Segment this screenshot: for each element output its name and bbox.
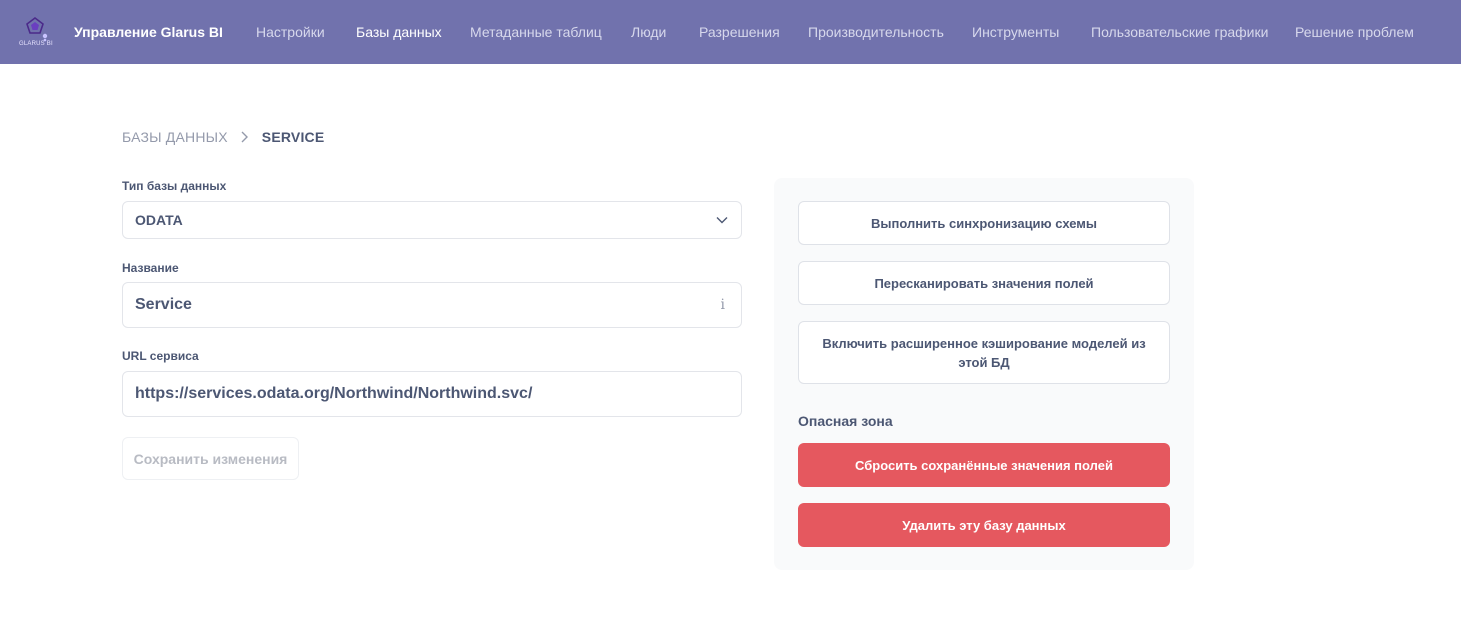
rescan-field-values-button[interactable]: Пересканировать значения полей xyxy=(798,261,1170,305)
db-type-value: ODATA xyxy=(135,212,183,228)
chevron-right-icon xyxy=(241,131,248,143)
sync-schema-button[interactable]: Выполнить синхронизацию схемы xyxy=(798,201,1170,245)
service-url-input[interactable]: https://services.odata.org/Northwind/Nor… xyxy=(122,371,742,417)
danger-zone-title: Опасная зона xyxy=(798,413,893,429)
nav-item-tools[interactable]: Инструменты xyxy=(972,24,1059,40)
delete-database-button[interactable]: Удалить эту базу данных xyxy=(798,503,1170,547)
reset-field-values-button[interactable]: Сбросить сохранённые значения полей xyxy=(798,443,1170,487)
service-url-value: https://services.odata.org/Northwind/Nor… xyxy=(135,385,533,402)
nav-item-performance[interactable]: Производительность xyxy=(808,24,944,40)
save-changes-button[interactable]: Сохранить изменения xyxy=(122,437,299,480)
breadcrumb-current: SERVICE xyxy=(261,129,325,145)
db-type-label: Тип базы данных xyxy=(122,179,227,193)
logo-text: GLARUS BI xyxy=(19,41,53,47)
nav-item-databases[interactable]: Базы данных xyxy=(356,24,442,40)
nav-item-permissions[interactable]: Разрешения xyxy=(699,24,780,40)
nav-item-settings[interactable]: Настройки xyxy=(256,24,325,40)
nav-item-troubleshooting[interactable]: Решение проблем xyxy=(1295,24,1414,40)
breadcrumb: БАЗЫ ДАННЫХ SERVICE xyxy=(122,129,324,145)
name-input[interactable]: Service i xyxy=(122,282,742,328)
name-value: Service xyxy=(135,296,192,313)
chevron-down-icon xyxy=(716,217,728,224)
enable-model-caching-button[interactable]: Включить расширенное кэширование моделей… xyxy=(798,321,1170,384)
db-type-select[interactable]: ODATA xyxy=(122,201,742,239)
top-navigation: GLARUS BI Управление Glarus BI Настройки… xyxy=(0,0,1461,64)
admin-brand-title[interactable]: Управление Glarus BI xyxy=(74,24,223,40)
breadcrumb-databases-link[interactable]: БАЗЫ ДАННЫХ xyxy=(122,129,228,145)
info-icon[interactable]: i xyxy=(721,297,725,313)
nav-item-people[interactable]: Люди xyxy=(631,24,666,40)
name-label: Название xyxy=(122,261,179,275)
service-url-label: URL сервиса xyxy=(122,349,199,363)
nav-item-table-metadata[interactable]: Метаданные таблиц xyxy=(470,24,602,40)
nav-item-custom-charts[interactable]: Пользовательские графики xyxy=(1091,24,1268,40)
